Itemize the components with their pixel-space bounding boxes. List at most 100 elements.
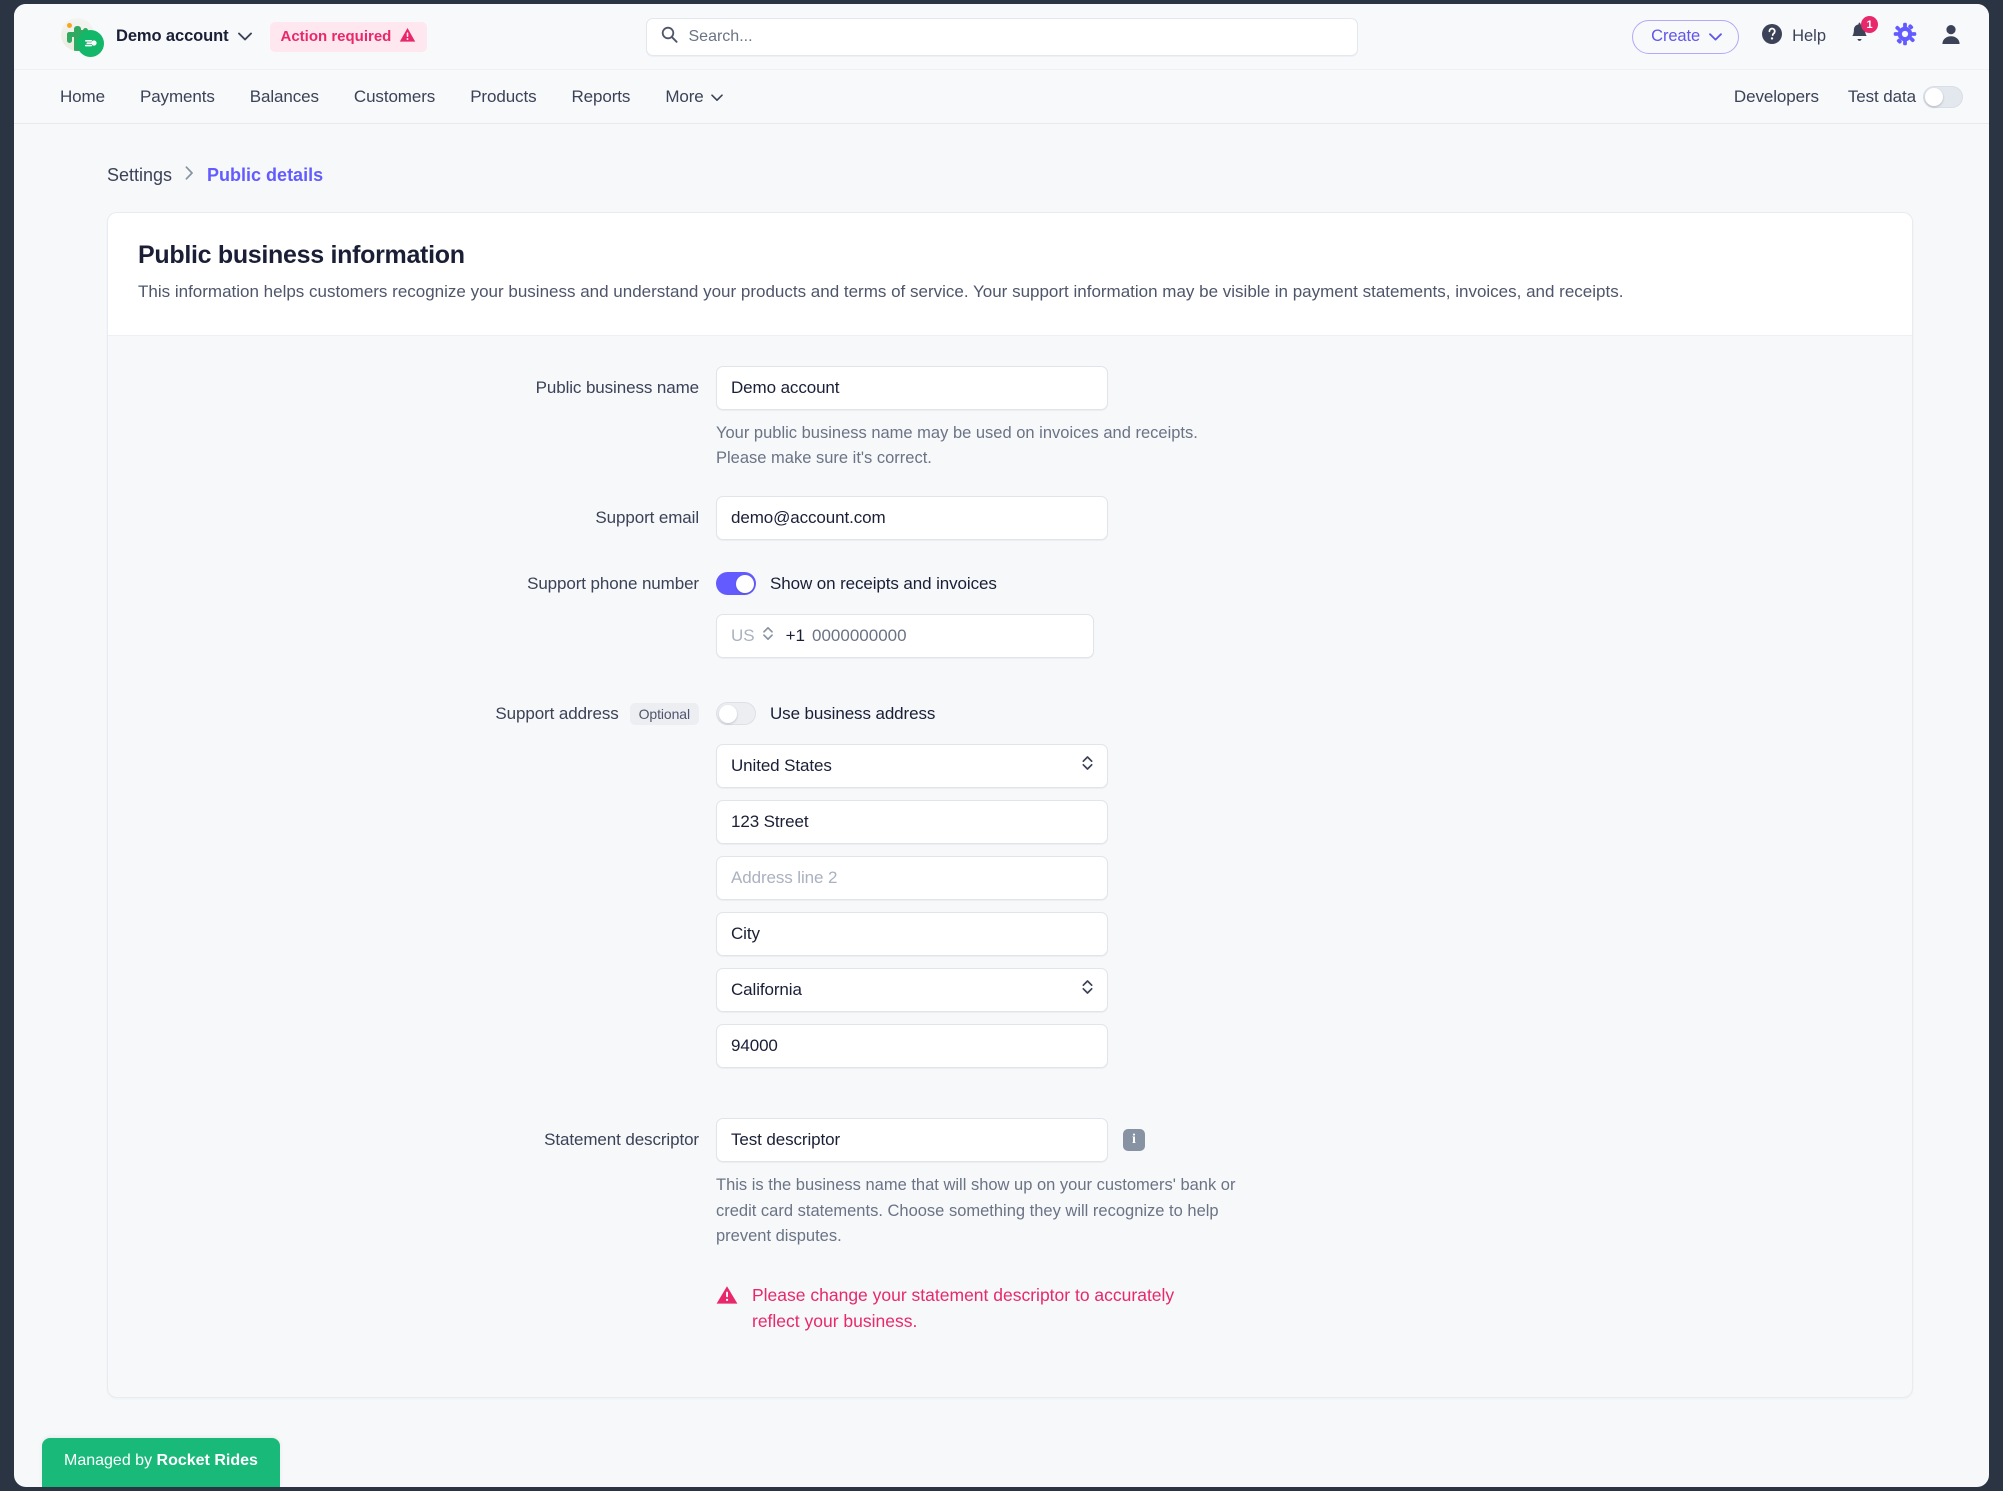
account-switcher[interactable]: Demo account — [60, 17, 252, 57]
use-business-address-group: Use business address — [716, 692, 1882, 736]
optional-badge: Optional — [629, 702, 699, 726]
managed-by-brand: Rocket Rides — [156, 1452, 258, 1469]
chevron-down-icon — [1709, 27, 1722, 46]
gear-icon — [1893, 22, 1917, 51]
business-name-input[interactable]: Demo account — [716, 365, 1108, 410]
card-description: This information helps customers recogni… — [138, 282, 1624, 301]
action-required-label: Action required — [280, 28, 392, 45]
search-bar[interactable]: Search... — [645, 17, 1358, 56]
label-statement-descriptor: Statement descriptor — [544, 1129, 699, 1149]
main-navigation: Home Payments Balances Customers Product… — [14, 70, 1989, 124]
nav-item-more[interactable]: More — [665, 86, 723, 107]
action-required-badge[interactable]: Action required — [269, 21, 428, 52]
settings-button[interactable] — [1893, 22, 1917, 51]
chevron-updown-icon — [1081, 754, 1094, 777]
breadcrumb: Settings Public details — [60, 124, 1963, 212]
user-icon — [1939, 22, 1963, 51]
country-select-chevron-icon[interactable] — [762, 625, 774, 647]
field-row-support-email: Support email demo@account.com — [138, 495, 1882, 540]
nav-item-customers[interactable]: Customers — [354, 87, 435, 107]
nav-label: Balances — [249, 86, 319, 106]
support-phone-toggle-group: Show on receipts and invoices — [716, 562, 1882, 606]
phone-number-field[interactable]: 0000000000 — [812, 626, 907, 646]
support-address-label-text: Support address — [495, 703, 619, 723]
label-business-name: Public business name — [535, 377, 699, 397]
label-support-phone: Support phone number — [527, 573, 699, 593]
breadcrumb-separator-icon — [185, 166, 194, 185]
breadcrumb-settings[interactable]: Settings — [107, 165, 172, 186]
notification-count-badge: 1 — [1861, 16, 1878, 33]
profile-button[interactable] — [1939, 22, 1963, 51]
chevron-down-icon — [710, 87, 723, 107]
statement-descriptor-input[interactable]: Test descriptor — [716, 1117, 1108, 1162]
nav-item-products[interactable]: Products — [470, 87, 536, 107]
create-button[interactable]: Create — [1632, 19, 1740, 54]
nav-label: Reports — [571, 86, 631, 106]
page-title: Public business information — [138, 241, 465, 269]
info-icon[interactable]: i — [1123, 1128, 1145, 1151]
phone-country-code: US — [731, 625, 755, 645]
search-icon — [661, 26, 678, 48]
chevron-down-icon — [237, 28, 252, 46]
nav-label: Payments — [139, 86, 215, 106]
nav-label: Home — [60, 86, 105, 106]
cactus-avatar-icon — [60, 17, 104, 57]
nav-label: More — [665, 86, 704, 106]
support-phone-input[interactable]: US +1 0000000000 — [716, 613, 1094, 658]
notifications-button[interactable]: 1 — [1848, 16, 1878, 51]
field-row-statement-descriptor: Statement descriptor Test descriptor i T… — [138, 1117, 1882, 1335]
top-bar-actions: Create Help 1 — [1632, 16, 1963, 54]
show-on-receipts-label: Show on receipts and invoices — [770, 573, 997, 593]
nav-item-home[interactable]: Home — [60, 87, 105, 107]
search-input[interactable]: Search... — [689, 28, 753, 46]
statement-descriptor-hint: This is the business name that will show… — [716, 1175, 1236, 1246]
address-postal-code-input[interactable]: 94000 — [716, 1023, 1108, 1068]
error-message-text: Please change your statement descriptor … — [752, 1284, 1175, 1332]
address-line2-input[interactable]: Address line 2 — [716, 855, 1108, 900]
error-warning-icon — [716, 1285, 738, 1313]
test-data-toggle[interactable] — [1923, 85, 1963, 108]
warning-triangle-icon — [399, 27, 416, 47]
top-bar: Demo account Action required Search... C… — [14, 4, 1989, 70]
account-name: Demo account — [116, 27, 229, 45]
address-line1-input[interactable]: 123 Street — [716, 799, 1108, 844]
nav-item-reports[interactable]: Reports — [571, 87, 630, 107]
test-data-toggle-group[interactable]: Test data — [1848, 85, 1963, 108]
breadcrumb-public-details[interactable]: Public details — [207, 165, 323, 186]
managed-by-prefix: Managed by — [64, 1452, 157, 1469]
state-select-value: California — [731, 979, 802, 999]
create-button-label: Create — [1651, 26, 1701, 45]
business-name-hint: Your public business name may be used on… — [716, 423, 1198, 468]
nav-label: Products — [470, 86, 537, 106]
field-row-support-phone: Support phone number Show on receipts an… — [138, 562, 1882, 658]
field-row-support-address: Support address Optional Use business ad… — [138, 692, 1882, 1080]
help-button[interactable]: Help — [1761, 23, 1826, 50]
show-on-receipts-toggle[interactable] — [716, 572, 756, 596]
card-body: Public business name Demo account Your p… — [108, 336, 1912, 1397]
phone-dial-prefix: +1 — [785, 625, 806, 645]
support-email-input[interactable]: demo@account.com — [716, 495, 1108, 540]
country-select-value: United States — [731, 755, 832, 775]
use-business-address-label: Use business address — [770, 703, 936, 723]
nav-label: Developers — [1733, 86, 1819, 106]
public-business-information-card: Public business information This informa… — [107, 212, 1913, 1398]
use-business-address-toggle[interactable] — [716, 702, 756, 726]
nav-item-developers[interactable]: Developers — [1734, 87, 1819, 107]
label-support-address: Support address Optional — [138, 692, 716, 736]
statement-descriptor-error: Please change your statement descriptor … — [716, 1282, 1186, 1335]
account-badge-icon — [77, 29, 104, 57]
help-button-label: Help — [1792, 27, 1826, 45]
help-circle-icon — [1761, 23, 1783, 50]
nav-item-payments[interactable]: Payments — [140, 87, 215, 107]
nav-label: Customers — [353, 86, 436, 106]
field-row-business-name: Public business name Demo account Your p… — [138, 365, 1882, 472]
nav-item-balances[interactable]: Balances — [250, 87, 319, 107]
address-state-select[interactable]: California — [716, 967, 1108, 1012]
browser-window: Demo account Action required Search... C… — [14, 4, 1989, 1487]
managed-by-banner: Managed by Rocket Rides — [42, 1438, 280, 1487]
card-header: Public business information This informa… — [108, 213, 1912, 336]
country-select[interactable]: United States — [716, 743, 1108, 788]
address-city-input[interactable]: City — [716, 911, 1108, 956]
chevron-updown-icon — [1081, 978, 1094, 1001]
label-support-email: Support email — [595, 507, 699, 527]
